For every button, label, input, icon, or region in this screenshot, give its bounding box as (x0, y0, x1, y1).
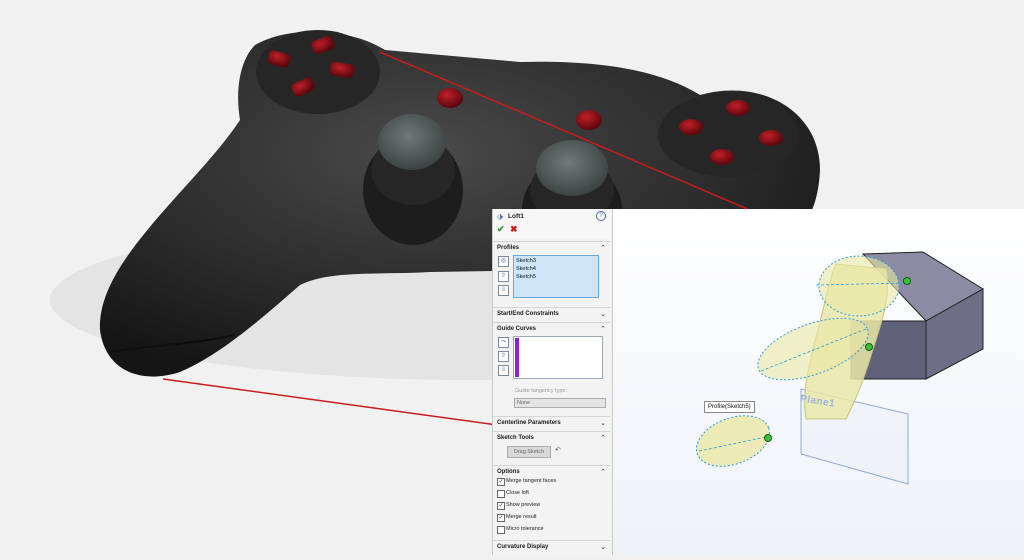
profiles-list[interactable]: Sketch3 Sketch4 Sketch5 (513, 255, 599, 298)
loft-property-manager: ⬗ Loft1 ? ✔ ✖ Profiles ⌃ ◎ ⇧ ⇩ Sketch3 S… (492, 209, 613, 555)
section-sketch-tools-title: Sketch Tools (497, 435, 534, 441)
action-button (679, 119, 703, 135)
close-icon[interactable]: ✖ (510, 224, 518, 235)
list-item[interactable]: Sketch5 (516, 274, 536, 280)
section-centerline[interactable]: Centerline Parameters ⌄ (493, 416, 610, 429)
right-analog-stick (536, 140, 608, 196)
section-centerline-title: Centerline Parameters (497, 420, 561, 426)
section-sketch-tools[interactable]: Sketch Tools ⌃ (493, 431, 610, 444)
chevron-down-icon[interactable]: ⌄ (600, 419, 606, 427)
profile-tooltip: Profile(Sketch5) (704, 401, 755, 413)
move-down-icon[interactable]: ⇩ (498, 365, 509, 376)
move-down-icon[interactable]: ⇩ (498, 285, 509, 296)
cad-viewport[interactable] (611, 209, 1024, 555)
chevron-up-icon[interactable]: ⌃ (600, 244, 606, 252)
show-preview-label: Show preview (506, 502, 541, 508)
tangency-value: None (517, 400, 531, 406)
section-curvature-title: Curvature Display (497, 544, 549, 550)
loft-preview (695, 251, 984, 485)
loft-feature-icon: ⬗ (497, 212, 504, 221)
profile-sketch5 (695, 415, 771, 467)
action-button (759, 130, 783, 146)
show-preview-checkbox[interactable]: ✓ (497, 502, 505, 510)
help-icon[interactable]: ? (596, 211, 606, 221)
chevron-up-icon[interactable]: ⌃ (600, 325, 606, 333)
section-start-end-title: Start/End Constraints (497, 311, 559, 317)
section-start-end[interactable]: Start/End Constraints ⌄ (493, 307, 610, 320)
move-up-icon[interactable]: ⇧ (498, 351, 509, 362)
close-loft-checkbox[interactable] (497, 490, 505, 498)
micro-tolerance-checkbox[interactable] (497, 526, 505, 534)
merge-result-label: Merge result (506, 514, 537, 520)
connector-point[interactable] (764, 434, 772, 442)
left-analog-stick (378, 114, 446, 170)
chevron-down-icon[interactable]: ⌄ (600, 543, 606, 551)
close-loft-label: Close loft (506, 490, 529, 496)
undo-icon[interactable]: ↶ (555, 446, 561, 454)
connector-point[interactable] (903, 277, 911, 285)
move-up-icon[interactable]: ⇧ (498, 271, 509, 282)
merge-tangent-checkbox[interactable]: ✓ (497, 478, 505, 486)
section-options[interactable]: Options ⌃ (493, 465, 610, 478)
section-guide-curves[interactable]: Guide Curves ⌃ (493, 322, 610, 335)
tangency-select[interactable]: None (514, 398, 606, 408)
action-button (710, 149, 734, 165)
action-button (726, 100, 750, 116)
list-item[interactable]: Sketch3 (516, 258, 536, 264)
section-guide-curves-title: Guide Curves (497, 326, 537, 332)
chevron-up-icon[interactable]: ⌃ (600, 434, 606, 442)
section-curvature-display[interactable]: Curvature Display ⌄ (493, 540, 610, 553)
micro-tolerance-label: Micro tolerance (506, 526, 544, 532)
start-button (576, 110, 602, 130)
chevron-up-icon[interactable]: ⌃ (600, 468, 606, 476)
section-options-title: Options (497, 469, 520, 475)
merge-tangent-label: Merge tangent faces (506, 478, 557, 484)
profile-sketch3 (818, 255, 900, 317)
section-profiles[interactable]: Profiles ⌃ (493, 241, 610, 254)
list-item[interactable]: Sketch4 (516, 266, 536, 272)
tangency-label: Guide tangency type: (515, 388, 567, 394)
section-profiles-title: Profiles (497, 245, 520, 251)
connector-point[interactable] (865, 343, 873, 351)
chevron-down-icon[interactable]: ⌄ (600, 310, 606, 318)
feature-title: Loft1 (508, 213, 524, 220)
merge-result-checkbox[interactable]: ✓ (497, 514, 505, 522)
selection-color-bar (515, 338, 519, 377)
select-button (437, 88, 463, 108)
guide-curves-list[interactable] (513, 336, 603, 379)
drag-sketch-button[interactable]: Drag Sketch (507, 446, 551, 458)
profile-picker-icon[interactable]: ◎ (498, 256, 509, 267)
guide-picker-icon[interactable]: ⤳ (498, 337, 509, 348)
check-icon[interactable]: ✔ (497, 224, 505, 235)
